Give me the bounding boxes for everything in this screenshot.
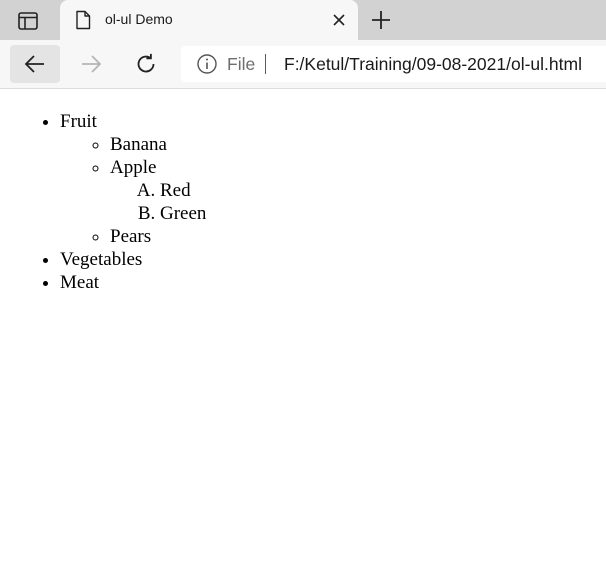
page-file-icon: [74, 10, 92, 30]
list-item-label: Vegetables: [60, 249, 143, 270]
list-item-label: Fruit: [60, 111, 97, 132]
nested-ordered-list: Red Green: [110, 179, 206, 225]
address-bar[interactable]: File F:/Ketul/Training/09-08-2021/ol-ul.…: [181, 46, 606, 82]
close-tab-icon[interactable]: [331, 12, 347, 28]
refresh-icon: [137, 53, 155, 73]
outer-unordered-list: Fruit Banana Apple Red Green Pears Veget…: [0, 110, 206, 294]
list-item-fruit: Fruit Banana Apple Red Green Pears: [60, 110, 206, 248]
url-text[interactable]: F:/Ketul/Training/09-08-2021/ol-ul.html: [284, 54, 582, 75]
active-tab[interactable]: ol-ul Demo: [60, 0, 358, 40]
new-tab-icon[interactable]: [369, 8, 393, 32]
tab-title: ol-ul Demo: [105, 11, 173, 27]
list-item-pears: Pears: [110, 225, 206, 248]
tab-strip: ol-ul Demo: [0, 0, 606, 40]
list-item-label: Pears: [110, 226, 152, 247]
list-item-label: Red: [160, 180, 191, 201]
navigation-toolbar: File F:/Ketul/Training/09-08-2021/ol-ul.…: [0, 40, 606, 89]
list-item-label: Banana: [110, 134, 167, 155]
list-item-green: Green: [160, 202, 206, 225]
nested-unordered-list: Banana Apple Red Green Pears: [60, 133, 206, 248]
refresh-button[interactable]: [127, 45, 165, 83]
list-item-label: Meat: [60, 272, 100, 293]
back-button[interactable]: [10, 45, 60, 83]
list-item-red: Red: [160, 179, 206, 202]
list-item-label: Apple: [110, 157, 157, 178]
file-scheme-label: File: [227, 54, 256, 74]
list-item-vegetables: Vegetables: [60, 248, 206, 271]
tab-actions-icon[interactable]: [17, 11, 39, 31]
back-arrow-icon: [24, 55, 44, 73]
forward-button[interactable]: [72, 45, 110, 83]
list-item-apple: Apple Red Green: [110, 156, 206, 225]
list-item-label: Green: [160, 203, 207, 224]
forward-arrow-icon: [82, 55, 102, 73]
info-icon[interactable]: [196, 53, 218, 75]
list-item-banana: Banana: [110, 133, 206, 156]
page-content: Fruit Banana Apple Red Green Pears Veget…: [0, 89, 606, 569]
address-divider: [265, 54, 266, 74]
list-item-meat: Meat: [60, 271, 206, 294]
